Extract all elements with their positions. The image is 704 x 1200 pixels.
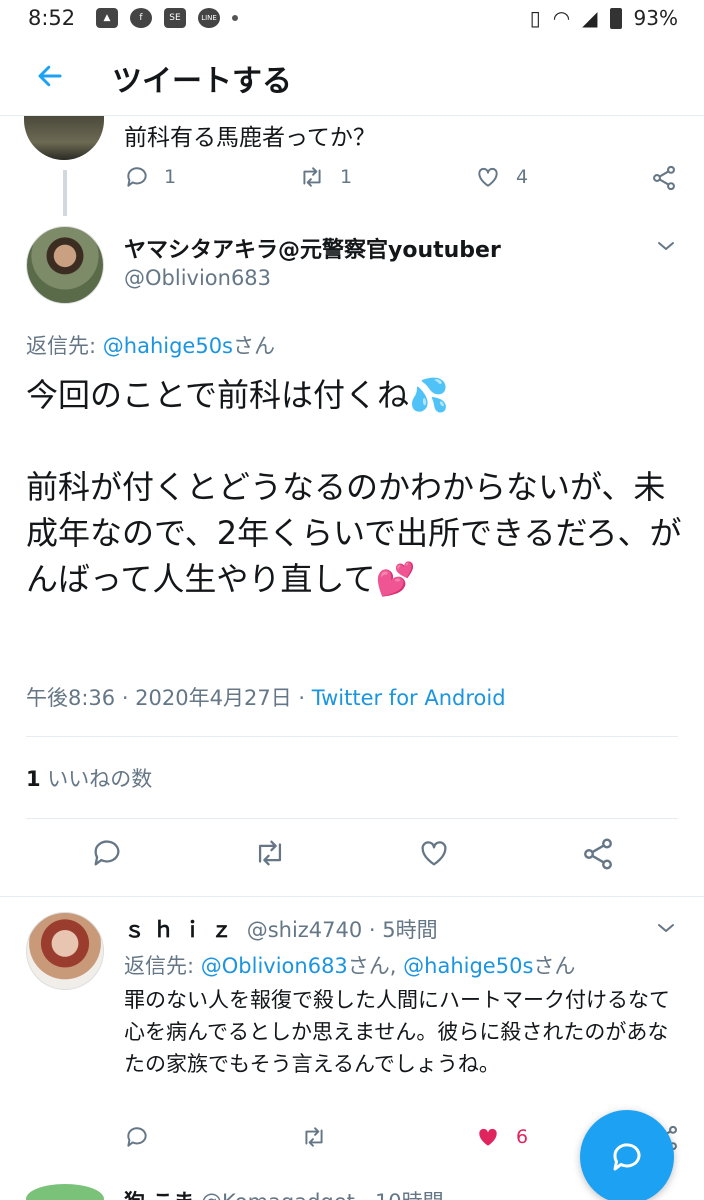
compose-reply-icon: [613, 1143, 641, 1171]
tweet-text: 今回のことで前科は付くね💦 前科が付くとどうなるのかわからないが、未成年なので、…: [26, 372, 686, 602]
more-notifications-icon: [232, 15, 238, 21]
divider: [26, 736, 678, 737]
next-author-handle[interactable]: @Komagadget: [201, 1190, 355, 1200]
reply-author-name[interactable]: ｓｈｉｚ: [124, 918, 240, 942]
previous-tweet-actions: 1 1 4: [124, 164, 684, 196]
compose-reply-button[interactable]: [580, 1110, 674, 1200]
retweet-icon: [258, 840, 282, 866]
system-icons: ▯ ◠ ◢ 93%: [530, 6, 678, 30]
chevron-down-icon[interactable]: [654, 234, 678, 258]
author-handle[interactable]: @Oblivion683: [124, 266, 271, 290]
signal-icon: ◢: [582, 6, 598, 30]
heart-icon: [478, 167, 498, 187]
retweet-button[interactable]: 1: [298, 164, 352, 190]
notification-icons: ▲ f SE LINE: [96, 8, 238, 28]
next-author-name[interactable]: 狗 こま: [124, 1190, 194, 1200]
battery-percent: 93%: [633, 6, 678, 30]
back-button[interactable]: [30, 56, 70, 96]
wifi-icon: ◠: [552, 6, 571, 30]
like-count: 6: [516, 1126, 529, 1148]
retweet-button[interactable]: [252, 836, 288, 870]
mention-link[interactable]: @hahige50s: [403, 954, 533, 978]
likes-count-link[interactable]: 1 いいねの数: [26, 763, 152, 793]
tweet-meta: 午後8:36 · 2020年4月27日 · Twitter for Androi…: [26, 682, 506, 712]
reply-author-handle[interactable]: @shiz4740: [247, 918, 363, 942]
reply-author-avatar[interactable]: [26, 912, 104, 990]
mention-link[interactable]: @Oblivion683: [201, 954, 348, 978]
vibrate-icon: ▯: [529, 6, 541, 30]
battery-icon: [609, 7, 622, 29]
retweet-icon: [303, 167, 321, 187]
author-avatar[interactable]: [26, 226, 104, 304]
status-bar: 8:52 ▲ f SE LINE ▯ ◠ ◢ 93%: [0, 0, 704, 36]
next-tweet-avatar[interactable]: [26, 1184, 104, 1200]
smartnews-icon: SE: [164, 8, 186, 28]
heart-filled-icon: [479, 1128, 497, 1146]
like-button[interactable]: [416, 836, 452, 870]
thread-connector: [63, 170, 67, 216]
share-button[interactable]: [580, 836, 616, 872]
divider: [0, 896, 704, 897]
next-tweet-time: · 10時間: [355, 1190, 444, 1200]
arrow-left-icon: [38, 65, 62, 87]
reply-icon: [127, 167, 147, 187]
reply-button[interactable]: 1: [124, 164, 176, 190]
reply-button[interactable]: [90, 836, 124, 870]
facebook-icon: f: [130, 8, 152, 28]
replying-to: 返信先: @hahige50sさん: [26, 334, 276, 358]
heart-icon: [421, 841, 447, 866]
page-title: ツイートする: [112, 64, 292, 99]
share-button[interactable]: [650, 164, 678, 192]
line-icon: LINE: [198, 8, 220, 28]
reply-time: · 5時間: [362, 918, 438, 942]
previous-tweet-text: 前科有る馬鹿者ってか？: [124, 125, 376, 151]
like-count: 4: [516, 166, 529, 188]
reply-icon: [127, 1127, 147, 1147]
reply-button[interactable]: [124, 1124, 150, 1150]
tweet-source-link[interactable]: Twitter for Android: [312, 686, 506, 710]
tweet-timestamp: 午後8:36 · 2020年4月27日 ·: [26, 686, 312, 710]
tweet-text-line: 今回のことで前科は付くね💦: [26, 376, 449, 414]
top-app-bar: ツイートする: [0, 36, 704, 116]
retweet-icon: [305, 1127, 323, 1147]
divider: [26, 818, 678, 819]
share-icon: [653, 165, 675, 191]
reply-icon: [94, 840, 120, 866]
previous-tweet-avatar[interactable]: [24, 116, 104, 160]
retweet-button[interactable]: [300, 1124, 328, 1150]
retweet-count: 1: [340, 166, 353, 188]
reply-author-line: ｓｈｉｚ @shiz4740 · 5時間: [124, 914, 438, 944]
tweet-actions: [0, 836, 704, 880]
next-tweet-author-line: 狗 こま @Komagadget · 10時間: [124, 1186, 444, 1200]
tweet-text-line: 前科が付くとどうなるのかわからないが、未成年なので、2年くらいで出所できるだろ、…: [26, 468, 682, 598]
reply-tweet-text: 罪のない人を報復で殺した人間にハートマーク付けるなて心を病んでるとしか思えません…: [124, 988, 670, 1076]
reply-count: 1: [164, 166, 177, 188]
like-button[interactable]: 4: [474, 164, 528, 190]
like-button[interactable]: 6: [474, 1124, 528, 1150]
mention-link[interactable]: @hahige50s: [103, 334, 233, 358]
chevron-down-icon[interactable]: [654, 916, 678, 940]
author-name[interactable]: ヤマシタアキラ@元警察官youtuber: [124, 232, 501, 264]
status-time: 8:52: [28, 6, 76, 30]
gallery-icon: ▲: [96, 8, 118, 28]
share-icon: [584, 838, 612, 870]
reply-replying-to: 返信先: @Oblivion683さん, @hahige50sさん: [124, 954, 576, 978]
